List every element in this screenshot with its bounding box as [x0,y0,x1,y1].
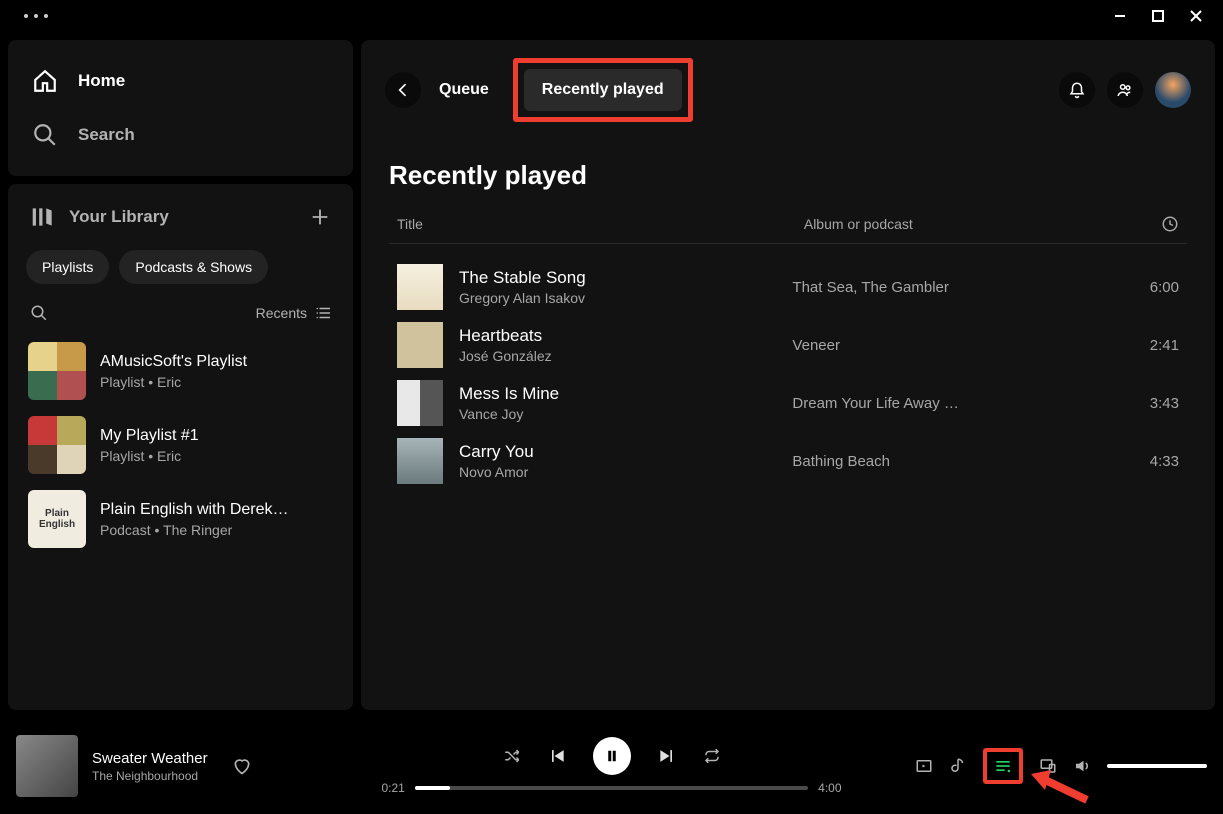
track-title: Mess Is Mine [459,384,559,404]
menu-dots-icon[interactable] [8,14,48,18]
tab-queue[interactable]: Queue [439,81,489,99]
podcast-title: Plain English with Derek… [100,501,289,519]
minimize-icon[interactable] [1113,9,1127,23]
column-header-album[interactable]: Album or podcast [804,216,1109,232]
nav-search-label: Search [78,125,135,145]
back-button[interactable] [385,72,421,108]
track-row[interactable]: The Stable Song Gregory Alan Isakov That… [389,258,1187,316]
sidebar-item-playlist[interactable]: AMusicSoft's Playlist Playlist • Eric [22,334,339,408]
search-library-icon[interactable] [30,304,48,322]
library-toggle[interactable]: Your Library [30,204,169,230]
track-duration: 3:43 [1109,395,1179,412]
repeat-icon[interactable] [703,747,721,765]
column-header-duration[interactable] [1109,215,1179,233]
track-duration: 4:33 [1109,453,1179,470]
track-duration: 6:00 [1109,279,1179,296]
now-playing-title[interactable]: Sweater Weather [92,750,208,767]
playlist-title: AMusicSoft's Playlist [100,353,247,371]
progress-slider[interactable] [415,786,808,790]
now-playing-art[interactable] [16,735,78,797]
highlight-annotation: Recently played [513,58,693,122]
track-duration: 2:41 [1109,337,1179,354]
notifications-button[interactable] [1059,72,1095,108]
main-panel: Queue Recently played Recently played Ti… [361,40,1215,710]
track-artist[interactable]: Novo Amor [459,464,534,480]
track-art [397,380,443,426]
playlist-title: My Playlist #1 [100,427,199,445]
sidebar-item-playlist[interactable]: My Playlist #1 Playlist • Eric [22,408,339,482]
tab-recently-played[interactable]: Recently played [524,69,682,111]
queue-icon[interactable] [993,756,1013,776]
playback-position: 0:21 [382,781,405,795]
maximize-icon[interactable] [1151,9,1165,23]
lyrics-icon[interactable] [949,757,967,775]
track-title: The Stable Song [459,268,586,288]
playlist-subtitle: Playlist • Eric [100,374,247,390]
track-album[interactable]: Dream Your Life Away … [792,395,1109,412]
nav-home[interactable]: Home [8,54,353,108]
track-album[interactable]: Veneer [792,337,1109,354]
library-title-label: Your Library [69,207,169,227]
window-titlebar [0,0,1223,32]
track-album[interactable]: Bathing Beach [792,453,1109,470]
add-icon[interactable] [309,206,331,228]
chevron-left-icon [393,80,413,100]
nav-home-label: Home [78,71,125,91]
track-title: Carry You [459,442,534,462]
list-icon [315,304,333,322]
track-artist[interactable]: Vance Joy [459,406,559,422]
pause-icon [603,747,621,765]
section-heading: Recently played [361,140,1215,215]
playlist-art [28,416,86,474]
sidebar: Home Search Your Library Playlists Podca… [8,40,353,710]
home-icon [32,68,58,94]
track-artist[interactable]: José González [459,348,552,364]
library-icon [30,204,56,230]
playback-duration: 4:00 [818,781,841,795]
shuffle-icon[interactable] [503,747,521,765]
heart-icon[interactable] [232,756,252,776]
play-pause-button[interactable] [593,737,631,775]
search-icon [32,122,58,148]
previous-icon[interactable] [547,746,567,766]
close-icon[interactable] [1189,9,1203,23]
filter-chip-podcasts[interactable]: Podcasts & Shows [119,250,268,284]
friends-button[interactable] [1107,72,1143,108]
arrow-annotation [1029,770,1089,804]
queue-button-highlight [983,748,1023,784]
sort-label: Recents [256,305,307,321]
nav-search[interactable]: Search [8,108,353,162]
people-icon [1116,81,1134,99]
playlist-art [28,342,86,400]
library-panel: Your Library Playlists Podcasts & Shows … [8,184,353,710]
bell-icon [1068,81,1086,99]
volume-slider[interactable] [1107,764,1207,768]
track-title: Heartbeats [459,326,552,346]
column-header-title[interactable]: Title [397,216,804,232]
sidebar-item-podcast[interactable]: Plain English Plain English with Derek… … [22,482,339,556]
track-art [397,322,443,368]
track-artist[interactable]: Gregory Alan Isakov [459,290,586,306]
player-bar: Sweater Weather The Neighbourhood 0:21 4… [0,718,1223,814]
track-art [397,438,443,484]
track-album[interactable]: That Sea, The Gambler [792,279,1109,296]
user-avatar[interactable] [1155,72,1191,108]
podcast-subtitle: Podcast • The Ringer [100,522,289,538]
track-art [397,264,443,310]
now-playing-view-icon[interactable] [915,757,933,775]
next-icon[interactable] [657,746,677,766]
track-row[interactable]: Carry You Novo Amor Bathing Beach 4:33 [389,432,1187,490]
now-playing-artist[interactable]: The Neighbourhood [92,769,208,783]
clock-icon [1161,215,1179,233]
sort-recents[interactable]: Recents [256,304,333,322]
playlist-subtitle: Playlist • Eric [100,448,199,464]
track-row[interactable]: Mess Is Mine Vance Joy Dream Your Life A… [389,374,1187,432]
filter-chip-playlists[interactable]: Playlists [26,250,109,284]
track-row[interactable]: Heartbeats José González Veneer 2:41 [389,316,1187,374]
podcast-art: Plain English [28,490,86,548]
